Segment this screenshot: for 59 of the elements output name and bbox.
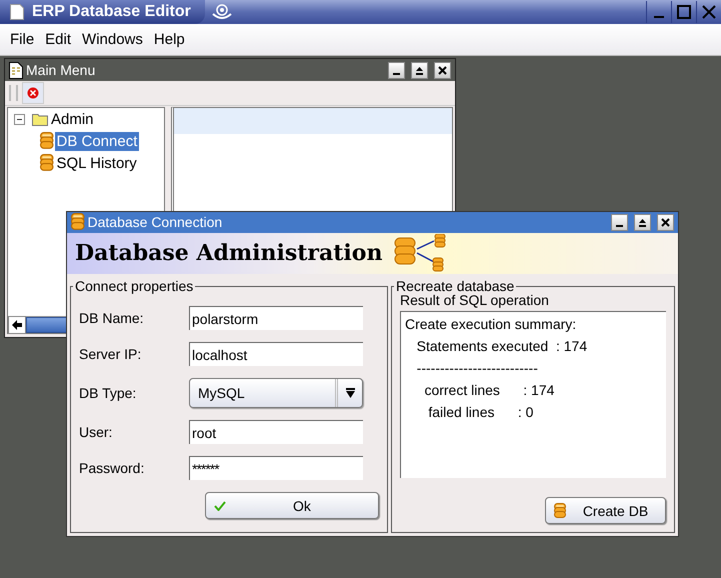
database-icon [40,154,54,172]
field-label: DB Name: [79,310,145,326]
result-line: -------------------------- [416,360,539,376]
eject-icon [638,218,647,227]
database-icon [40,132,54,150]
menu-item[interactable]: Edit [45,31,72,48]
document-icon [10,4,24,20]
frame-title: Database Connection [88,214,222,230]
tree-item[interactable]: DB Connect [54,132,140,150]
tree-item[interactable]: SQL History [54,154,139,172]
ok-button[interactable]: Ok [205,492,379,519]
frame-title: Main Menu [26,62,96,78]
result-line: Statements executed : 174 [416,338,588,354]
close-button[interactable] [657,214,674,231]
group-title: Connect properties [74,278,194,294]
database-icon [71,213,84,232]
result-line: correct lines : 174 [423,382,556,398]
maximize-icon [677,5,691,19]
menu-item[interactable]: Windows [82,31,143,48]
menu-item[interactable]: Help [154,31,185,48]
text-field[interactable]: localhost [189,342,363,366]
close-button[interactable] [434,62,451,78]
minimize-icon [654,16,664,18]
maximize-button[interactable] [634,214,651,231]
field-label: DB Type: [79,385,138,401]
document-icon [9,62,23,78]
text-field[interactable]: root [189,420,363,444]
close-icon [27,87,39,99]
menu-item[interactable]: File [10,31,34,48]
result-label: Result of SQL operation [400,292,550,308]
password-field[interactable]: ****** [189,456,363,480]
collapse-toggle[interactable] [14,114,25,124]
eject-icon [415,66,424,74]
swirl-icon [210,2,233,22]
result-line: Create execution summary: [405,316,578,332]
text-field[interactable]: polarstorm [189,306,363,330]
maximize-button[interactable] [411,62,428,78]
window-title: ERP Database Editor [32,3,191,21]
folder-icon [32,112,48,126]
minimize-icon [616,224,623,227]
db-type-dropdown[interactable]: MySQL [189,378,363,408]
field-label: User: [79,424,114,440]
close-icon [661,218,670,227]
field-label: Password: [79,460,146,476]
minimize-button[interactable] [611,214,628,231]
minimize-icon [393,72,400,74]
checkmark-icon [214,500,226,510]
banner-title: Database Administration [75,240,382,266]
create-db-button[interactable]: Create DB [545,497,666,524]
minimize-button[interactable] [388,62,405,78]
result-line: failed lines : 0 [427,404,534,420]
close-icon [438,66,447,74]
group-title: Recreate database [395,278,516,294]
dropdown-arrow-icon [346,388,354,398]
database-icon [554,502,566,518]
toolbar-grip[interactable] [9,85,18,101]
tree-item[interactable]: Admin [49,110,96,128]
close-icon [702,5,716,19]
field-label: Server IP: [79,346,142,362]
